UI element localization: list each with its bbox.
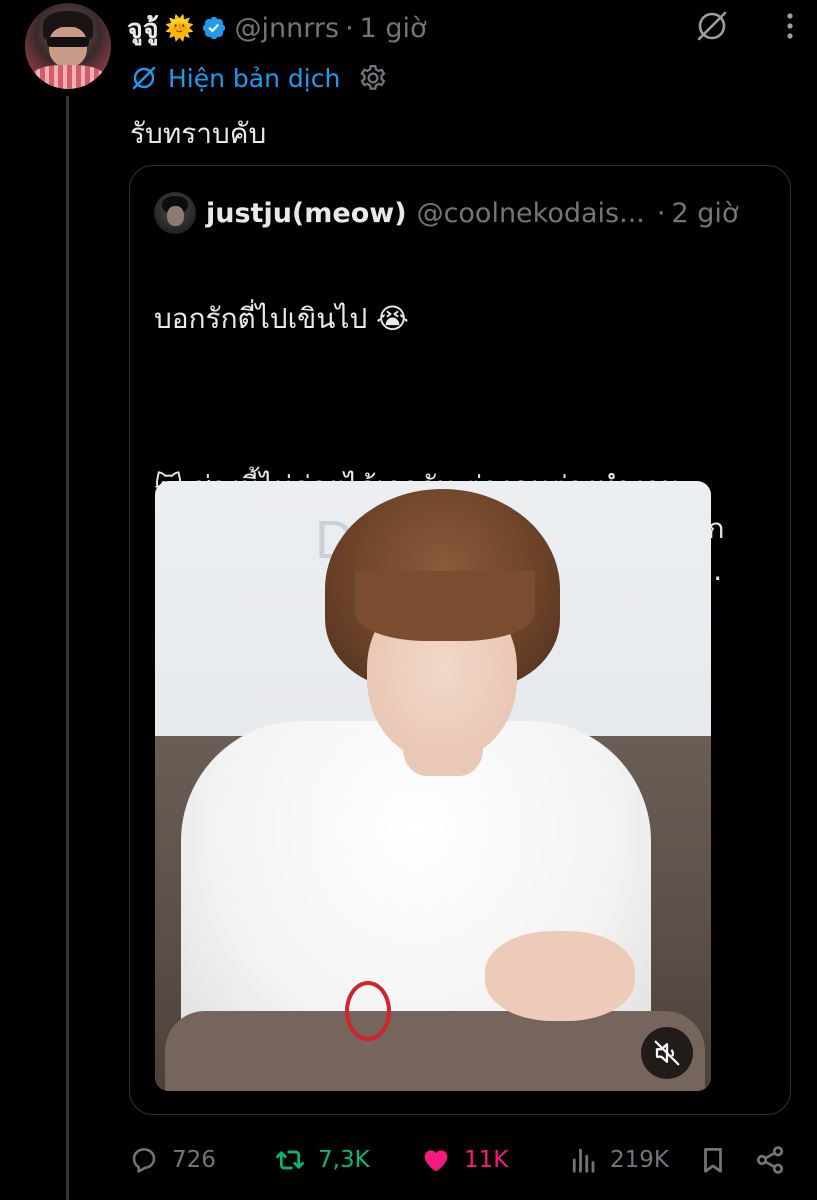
verified-badge-icon	[202, 16, 225, 40]
views-icon	[572, 1148, 595, 1173]
mute-icon	[654, 1040, 680, 1066]
more-button[interactable]	[772, 8, 808, 44]
share-icon	[756, 1146, 784, 1174]
grok-button[interactable]	[694, 8, 730, 44]
reply-button[interactable]: 726	[128, 1140, 216, 1180]
tweet-top-actions	[694, 8, 808, 44]
reply-icon	[132, 1148, 156, 1173]
retweet-button[interactable]: 7,3K	[274, 1140, 370, 1180]
quoted-display-name[interactable]: justju(meow)	[206, 198, 407, 229]
quoted-author-avatar[interactable]	[154, 192, 196, 234]
author-display-name[interactable]: จูจู้	[127, 7, 159, 50]
retweet-count: 7,3K	[318, 1147, 370, 1173]
quoted-handle[interactable]: @coolnekodais...	[417, 198, 645, 229]
author-handle[interactable]: @jnnrrs	[235, 13, 340, 44]
tweet-header: จูจู้ 🌞 @jnnrrs · 1 giờ	[127, 10, 427, 46]
tweet-text: รับทราบคับ	[130, 117, 267, 150]
mute-button[interactable]	[641, 1027, 693, 1079]
quoted-video[interactable]: D lly	[155, 481, 711, 1091]
retweet-icon	[276, 1150, 304, 1170]
bookmark-button[interactable]	[698, 1140, 740, 1180]
show-translation-link[interactable]: Hiện bản dịch	[168, 64, 340, 93]
action-bar: 726 7,3K 11K 219K	[128, 1140, 788, 1180]
like-count: 11K	[464, 1147, 509, 1173]
translate-icon	[132, 66, 156, 90]
quoted-separator: ·	[656, 197, 666, 229]
quoted-tweet[interactable]: justju(meow) @coolnekodais... · 2 giờ บอ…	[129, 165, 791, 1115]
like-button[interactable]: 11K	[420, 1140, 508, 1180]
views-button[interactable]: 219K	[568, 1140, 669, 1180]
thread-line	[66, 96, 69, 1200]
tweet-time[interactable]: 1 giờ	[360, 13, 427, 44]
heart-icon	[424, 1150, 448, 1172]
quoted-time: 2 giờ	[671, 197, 739, 229]
translate-row: Hiện bản dịch	[130, 60, 398, 96]
quoted-line1: บอกรักตี่ไปเขินไป 😭	[154, 302, 409, 335]
header-separator: ·	[345, 12, 354, 44]
quoted-header: justju(meow) @coolnekodais... · 2 giờ	[206, 196, 738, 230]
fringe	[355, 571, 535, 641]
cushion	[165, 1011, 705, 1091]
bookmark-icon	[704, 1148, 722, 1173]
grok-slash-icon	[697, 11, 727, 41]
sun-emoji-icon: 🌞	[164, 14, 195, 42]
share-button[interactable]	[754, 1140, 798, 1180]
author-avatar[interactable]	[25, 3, 111, 89]
clasped-hands	[485, 931, 635, 1021]
views-count: 219K	[610, 1147, 669, 1173]
more-icon	[787, 13, 793, 39]
reply-count: 726	[172, 1147, 216, 1173]
red-bracelet	[345, 981, 391, 1041]
gear-icon[interactable]	[358, 63, 388, 93]
